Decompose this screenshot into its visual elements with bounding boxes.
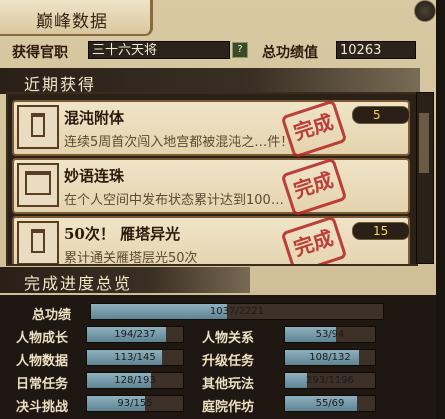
total-score-label: 总功绩值	[262, 45, 318, 61]
progress-text: 1037/2221	[209, 306, 265, 317]
progress-bar: 108/132	[284, 349, 376, 366]
list-item[interactable]: 妙语连珠 在个人空间中发布状态累计达到100… 完成	[12, 157, 410, 217]
progress-bar: 53/94	[284, 326, 376, 343]
progress-text: 53/94	[315, 329, 345, 340]
points-value: 5	[373, 108, 381, 122]
progress-bar: 194/237	[86, 326, 184, 343]
points-badge: 15	[352, 222, 410, 240]
official-title-value: 三十六天将	[88, 41, 230, 59]
scroll-icon	[17, 221, 59, 264]
progress-text: 194/237	[114, 329, 156, 340]
progress-label: 庭院作坊	[202, 400, 255, 415]
progress-label: 人物数据	[16, 354, 69, 369]
panel-title: 巅峰数据	[36, 12, 108, 32]
right-border	[436, 0, 445, 419]
progress-bar: 293/1196	[284, 372, 376, 389]
progress-section-header: 完成进度总览	[0, 267, 250, 293]
close-button[interactable]	[414, 0, 436, 22]
progress-text: 113/145	[114, 352, 156, 363]
progress-bar: 128/193	[86, 372, 184, 389]
progress-label: 其他玩法	[202, 377, 255, 392]
total-score-value: 10263	[336, 41, 416, 59]
progress-bar: 55/69	[284, 395, 376, 412]
item-name: 妙语连珠	[64, 167, 125, 185]
recent-list: 混沌附体 连续5周首次闯入地宫都被混沌之…件！ 完成 5 妙语连珠 在个人空间中…	[6, 92, 418, 266]
item-name: 混沌附体	[64, 109, 125, 127]
completed-stamp: 完成	[280, 215, 348, 264]
list-scrollbar[interactable]	[416, 92, 434, 264]
house-icon	[17, 163, 59, 207]
help-icon[interactable]: ?	[232, 42, 248, 58]
progress-section-title: 完成进度总览	[24, 274, 133, 293]
progress-label: 人物关系	[202, 331, 255, 346]
list-item[interactable]: 混沌附体 连续5周首次闯入地宫都被混沌之…件！ 完成 5	[12, 99, 410, 159]
scroll-icon	[17, 105, 59, 149]
item-name: 50次！ 雁塔异光	[64, 225, 181, 243]
scrollbar-thumb[interactable]	[419, 113, 429, 173]
progress-label: 人物成长	[16, 331, 69, 346]
progress-text: 293/1196	[306, 375, 354, 386]
progress-label: 升级任务	[202, 354, 255, 369]
progress-bar: 113/145	[86, 349, 184, 366]
title-tab[interactable]: 巅峰数据	[0, 0, 153, 36]
progress-label: 日常任务	[16, 377, 69, 392]
achievement-panel: 巅峰数据 获得官职 三十六天将 ? 总功绩值 10263 近期获得 混沌附体 连…	[0, 0, 445, 419]
progress-text: 108/132	[309, 352, 351, 363]
list-item[interactable]: 50次！ 雁塔异光 累计通关雁塔层光50次 完成 15	[12, 215, 410, 264]
total-progress-bar: 1037/2221	[90, 303, 384, 320]
progress-text: 55/69	[315, 398, 345, 409]
progress-text: 93/155	[117, 398, 153, 409]
progress-bar: 93/155	[86, 395, 184, 412]
total-label: 总功绩	[32, 308, 72, 323]
progress-text: 128/193	[114, 375, 156, 386]
official-title-label: 获得官职	[12, 45, 68, 61]
progress-panel: 完成进度总览 总功绩 1037/2221 人物成长 194/237 人物关系 53/9…	[0, 267, 445, 419]
recent-section-header: 近期获得	[0, 68, 420, 94]
points-value: 15	[373, 224, 389, 238]
progress-label: 决斗挑战	[16, 400, 69, 415]
points-badge: 5	[352, 106, 410, 124]
